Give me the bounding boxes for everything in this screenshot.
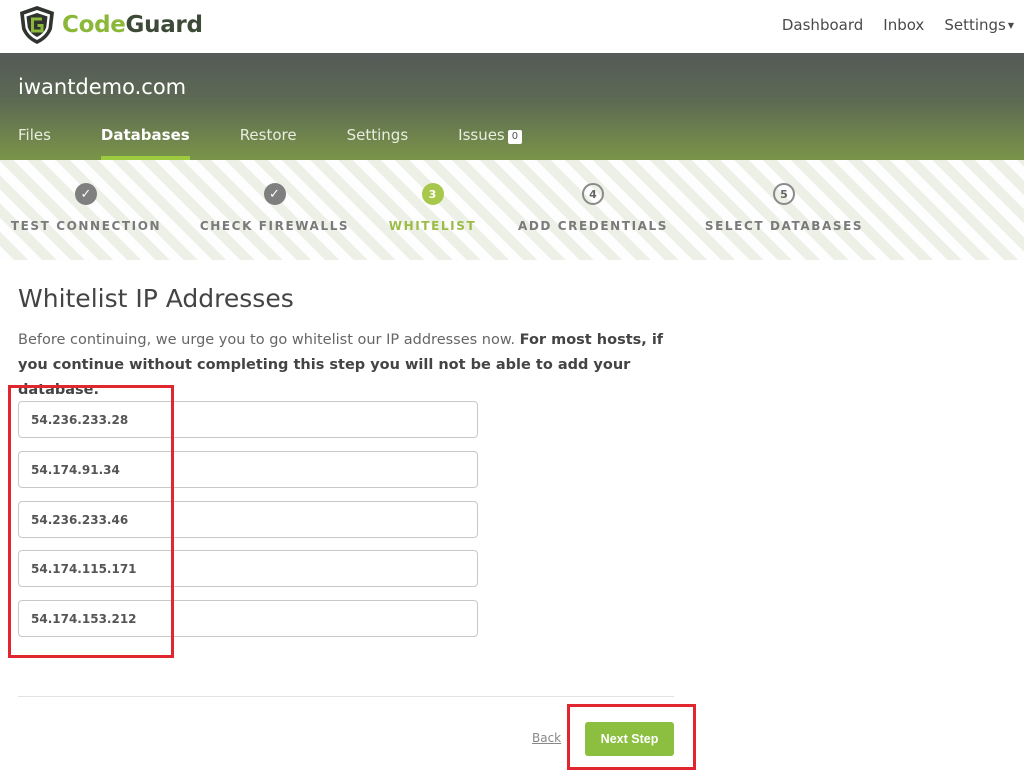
issues-count-badge: 0 — [507, 130, 523, 144]
ip-address-field[interactable] — [18, 401, 478, 438]
step-number: 3 — [421, 183, 444, 205]
step-number: 4 — [582, 183, 604, 205]
nav-settings[interactable]: Settings ▼ — [944, 16, 1014, 34]
step-label: SELECT DATABASES — [704, 219, 864, 233]
step-label: ADD CREDENTIALS — [517, 219, 669, 233]
step-number: 5 — [773, 183, 795, 205]
wizard-steps: ✓ TEST CONNECTION ✓ CHECK FIREWALLS 3 WH… — [0, 160, 1024, 260]
page-title: Whitelist IP Addresses — [18, 284, 294, 313]
divider — [18, 696, 674, 697]
step-label: CHECK FIREWALLS — [199, 219, 350, 233]
nav-settings-label: Settings — [944, 16, 1006, 34]
check-icon: ✓ — [75, 183, 97, 205]
back-link[interactable]: Back — [532, 731, 561, 745]
tab-issues-label: Issues — [458, 126, 505, 144]
step-test-connection: ✓ TEST CONNECTION — [11, 183, 160, 233]
intro-text: Before continuing, we urge you to go whi… — [18, 328, 678, 403]
shield-logo-icon — [20, 6, 54, 44]
ip-address-field[interactable] — [18, 501, 478, 538]
step-label: TEST CONNECTION — [10, 219, 162, 233]
nav-dashboard[interactable]: Dashboard — [782, 16, 863, 34]
tab-databases[interactable]: Databases — [100, 125, 190, 160]
step-select-databases: 5 SELECT DATABASES — [705, 183, 862, 233]
ip-address-field[interactable] — [18, 600, 478, 637]
tab-restore[interactable]: Restore — [240, 125, 297, 160]
tab-settings[interactable]: Settings — [347, 125, 409, 160]
step-check-firewalls: ✓ CHECK FIREWALLS — [200, 183, 348, 233]
tab-issues[interactable]: Issues 0 — [458, 125, 523, 160]
codeguard-logo[interactable]: CodeGuard — [18, 5, 203, 45]
brand-name: CodeGuard — [62, 12, 203, 38]
step-whitelist: 3 WHITELIST — [389, 183, 475, 233]
ip-address-field[interactable] — [18, 550, 478, 587]
step-add-credentials: 4 ADD CREDENTIALS — [518, 183, 666, 233]
intro-plain: Before continuing, we urge you to go whi… — [18, 332, 520, 348]
top-navbar: CodeGuard Dashboard Inbox Settings ▼ — [0, 0, 1024, 53]
caret-down-icon: ▼ — [1007, 21, 1014, 30]
site-tabs: Files Databases Restore Settings Issues 0 — [18, 125, 572, 160]
nav-inbox[interactable]: Inbox — [883, 16, 924, 34]
ip-address-field[interactable] — [18, 451, 478, 488]
check-icon: ✓ — [263, 183, 286, 205]
tab-files[interactable]: Files — [18, 125, 51, 160]
top-nav: Dashboard Inbox Settings ▼ — [762, 0, 1014, 50]
site-name: iwantdemo.com — [18, 75, 187, 99]
next-step-button[interactable]: Next Step — [585, 722, 674, 756]
step-label: WHITELIST — [388, 219, 477, 233]
site-header: iwantdemo.com Files Databases Restore Se… — [0, 53, 1024, 160]
